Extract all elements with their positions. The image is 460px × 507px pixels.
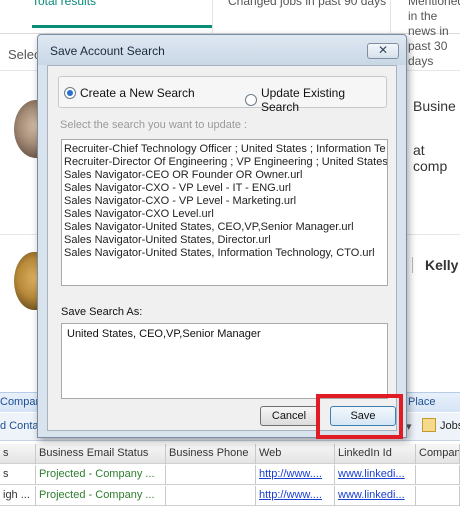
place-label[interactable]: Place [408, 396, 436, 408]
table-cell [416, 465, 460, 485]
column-header[interactable]: Web [256, 444, 335, 464]
tab-changed-jobs[interactable]: Changed jobs in past 90 days [228, 0, 388, 9]
table-cell [166, 486, 256, 506]
radio-label: Update Existing Search [260, 86, 346, 114]
save-highlight-box [316, 394, 403, 439]
save-search-as-input[interactable]: United States, CEO,VP,Senior Manager [61, 323, 388, 399]
card-subtitle: at comp [413, 142, 448, 174]
list-item[interactable]: Sales Navigator-United States, Director.… [62, 234, 387, 247]
tab-divider [390, 0, 391, 34]
linkedin-link[interactable]: www.linkedi... [335, 465, 416, 485]
list-item[interactable]: Sales Navigator-CEO OR Founder OR Owner.… [62, 169, 387, 182]
save-search-as-label: Save Search As: [61, 306, 143, 318]
column-header[interactable]: s [0, 444, 36, 464]
radio-selected-icon[interactable] [64, 87, 76, 99]
dialog-title: Save Account Search [50, 44, 165, 58]
dialog-body: Create a New Search Update Existing Sear… [47, 65, 397, 431]
add-contact-button[interactable]: d Conta [0, 420, 39, 432]
tab-total-results[interactable]: Total results [32, 0, 212, 28]
table-cell: igh ... [0, 486, 36, 506]
column-header[interactable]: Compan [416, 444, 460, 464]
table-cell: Projected - Company ... [36, 465, 166, 485]
column-header[interactable]: LinkedIn Id [335, 444, 416, 464]
card-name[interactable]: Busine [413, 98, 456, 114]
tab-divider [212, 0, 213, 34]
card-name[interactable]: Kelly [412, 257, 458, 273]
list-item[interactable]: Recruiter-Chief Technology Officer ; Uni… [62, 143, 387, 156]
table-cell: s [0, 465, 36, 485]
column-header[interactable]: Business Email Status [36, 444, 166, 464]
select-all-label[interactable]: Selec [8, 47, 41, 62]
radio-unselected-icon[interactable] [245, 94, 257, 106]
update-existing-search-radio[interactable]: Update Existing Search [245, 86, 386, 114]
table-row[interactable]: igh ... Projected - Company ... http://w… [0, 486, 460, 506]
dialog-titlebar[interactable]: Save Account Search ✕ [38, 35, 406, 65]
column-header[interactable]: Business Phone [166, 444, 256, 464]
close-icon[interactable]: ✕ [367, 43, 399, 59]
grid-header-row: s Business Email Status Business Phone W… [0, 444, 460, 464]
save-account-search-dialog: Save Account Search ✕ Create a New Searc… [37, 34, 407, 438]
company-label[interactable]: Compan [0, 396, 42, 408]
list-item[interactable]: Sales Navigator-United States, CEO,VP,Se… [62, 221, 387, 234]
cancel-button[interactable]: Cancel [260, 406, 318, 426]
table-cell [166, 465, 256, 485]
select-search-hint: Select the search you want to update : [60, 119, 248, 131]
jobs-icon [422, 418, 436, 432]
list-item[interactable]: Sales Navigator-United States, Informati… [62, 247, 387, 260]
list-item[interactable]: Sales Navigator-CXO - VP Level - IT - EN… [62, 182, 387, 195]
list-item[interactable]: Recruiter-Director Of Engineering ; VP E… [62, 156, 387, 169]
radio-label: Create a New Search [80, 86, 195, 100]
table-cell [416, 486, 460, 506]
list-item[interactable]: Sales Navigator-CXO - VP Level - Marketi… [62, 195, 387, 208]
web-link[interactable]: http://www.... [256, 486, 335, 506]
table-cell: Projected - Company ... [36, 486, 166, 506]
results-tabs: Total results Changed jobs in past 90 da… [0, 0, 460, 68]
jobs-button[interactable]: Jobs [440, 420, 460, 432]
list-item[interactable]: Sales Navigator-CXO Level.url [62, 208, 387, 221]
web-link[interactable]: http://www.... [256, 465, 335, 485]
table-row[interactable]: s Projected - Company ... http://www....… [0, 465, 460, 485]
saved-searches-list[interactable]: Recruiter-Chief Technology Officer ; Uni… [61, 139, 388, 286]
search-mode-group: Create a New Search Update Existing Sear… [58, 76, 387, 114]
linkedin-link[interactable]: www.linkedi... [335, 486, 416, 506]
create-new-search-radio[interactable]: Create a New Search [64, 86, 195, 100]
tab-mentioned-news[interactable]: Mentioned in the news in past 30 days [408, 0, 460, 69]
